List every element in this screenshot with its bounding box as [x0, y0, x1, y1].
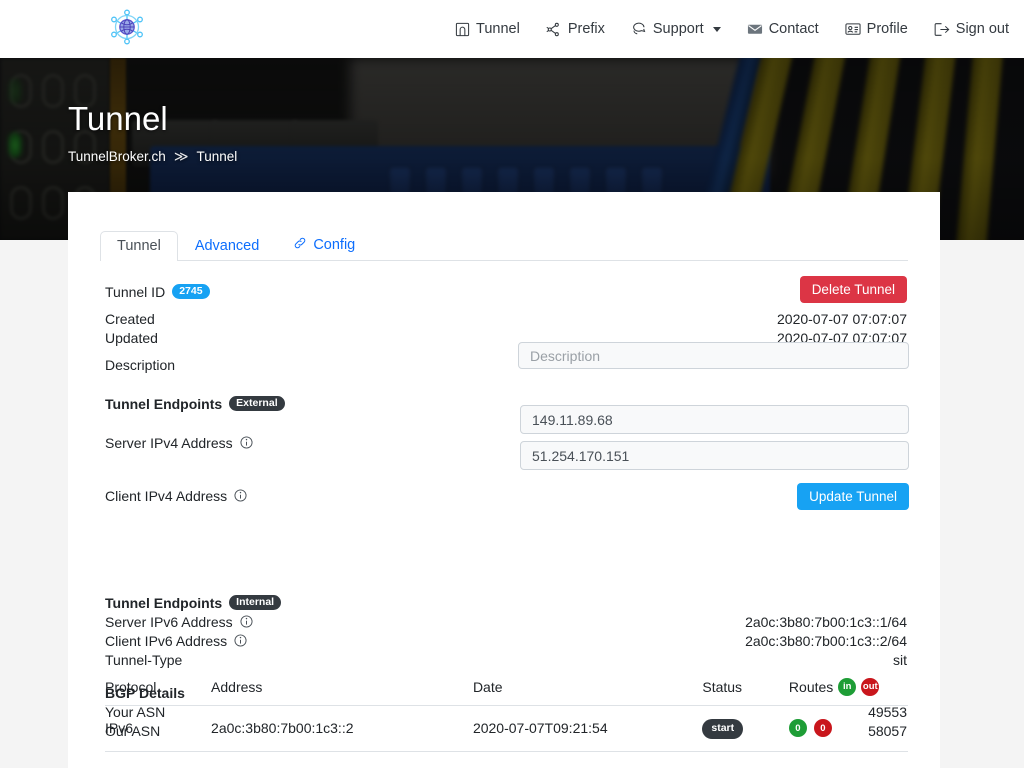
server-ipv6-value: 2a0c:3b80:7b00:1c3::1/64: [745, 613, 907, 630]
page-title: Tunnel: [68, 100, 168, 137]
client-ipv6-label: Client IPv6 Address: [105, 632, 228, 649]
server-ipv4-input[interactable]: [520, 405, 909, 434]
endpoints-internal-heading: Tunnel Endpoints: [105, 594, 223, 611]
client-ipv6-value: 2a0c:3b80:7b00:1c3::2/64: [745, 632, 907, 649]
breadcrumb-separator-icon: ≫: [173, 148, 189, 164]
server-ipv4-label: Server IPv4 Address: [105, 434, 233, 451]
tunnel-arch-icon: [455, 22, 470, 37]
top-navbar: Tunnel Prefix Support Contact Profile Si…: [0, 0, 1024, 58]
server-ipv6-label: Server IPv6 Address: [105, 613, 233, 630]
nav-label-sign-out: Sign out: [955, 21, 1009, 37]
breadcrumb-root[interactable]: TunnelBroker.ch: [68, 149, 166, 164]
sign-out-icon: [934, 22, 950, 37]
row-client-ipv4: Client IPv4 Address: [105, 486, 907, 505]
endpoints-external-heading: Tunnel Endpoints: [105, 395, 223, 412]
nav-item-tunnel[interactable]: Tunnel: [455, 21, 520, 37]
description-label: Description: [105, 356, 176, 373]
updated-label: Updated: [105, 329, 158, 346]
col-status: Status: [702, 678, 789, 706]
nav-item-contact[interactable]: Contact: [747, 21, 819, 37]
tab-label-tunnel: Tunnel: [117, 238, 161, 254]
row-tunnel-id: Tunnel ID 2745: [105, 282, 907, 301]
bgp-sessions-table: Protocol Address Date Status Routes in o…: [105, 678, 908, 752]
table-header-row: Protocol Address Date Status Routes in o…: [105, 678, 908, 706]
status-badge: start: [702, 719, 744, 739]
tab-label-config: Config: [313, 237, 356, 253]
created-label: Created: [105, 310, 155, 327]
update-tunnel-button[interactable]: Update Tunnel: [797, 483, 909, 510]
external-badge: External: [229, 395, 285, 412]
breadcrumb-current: Tunnel: [196, 149, 238, 164]
table-head: Protocol Address Date Status Routes in o…: [105, 678, 908, 706]
nav-item-sign-out[interactable]: Sign out: [934, 21, 1009, 37]
table-row[interactable]: IPv6 2a0c:3b80:7b00:1c3::2 2020-07-07T09…: [105, 705, 908, 752]
table-body: IPv6 2a0c:3b80:7b00:1c3::2 2020-07-07T09…: [105, 705, 908, 752]
nav-label-support: Support: [652, 21, 704, 37]
nav-item-profile[interactable]: Profile: [845, 21, 908, 37]
info-icon[interactable]: [234, 489, 247, 502]
tunnel-type-label: Tunnel-Type: [105, 651, 183, 668]
globe-network-logo-icon: [106, 6, 148, 53]
tunnel-id-badge: 2745: [172, 283, 210, 300]
routes-in-count: 0: [788, 719, 807, 738]
routes-out-badge: out: [861, 678, 880, 696]
chat-bubbles-icon: [631, 22, 647, 37]
client-ipv4-label: Client IPv4 Address: [105, 487, 228, 504]
breadcrumb: TunnelBroker.ch ≫ Tunnel: [68, 148, 237, 165]
tunnel-id-label: Tunnel ID: [105, 283, 166, 300]
link-chain-icon: [293, 236, 307, 254]
nav-label-tunnel: Tunnel: [476, 21, 520, 37]
id-card-icon: [845, 22, 861, 36]
primary-nav: Tunnel Prefix Support Contact Profile Si…: [455, 0, 1009, 58]
tunnel-detail-card: Tunnel Advanced Config Delete Tunnel Tun…: [68, 192, 940, 768]
brand-logo[interactable]: [104, 6, 150, 52]
row-client-ipv6: Client IPv6 Address 2a0c:3b80:7b00:1c3::…: [105, 631, 907, 650]
tab-tunnel[interactable]: Tunnel: [100, 231, 178, 261]
col-routes: Routes in out: [788, 678, 908, 706]
description-input[interactable]: [518, 342, 909, 369]
cell-date: 2020-07-07T09:21:54: [472, 705, 703, 752]
info-icon[interactable]: [234, 634, 247, 647]
internal-badge: Internal: [229, 594, 282, 611]
row-endpoints-internal-heading: Tunnel Endpoints Internal: [105, 593, 907, 612]
client-ipv4-input[interactable]: [520, 441, 909, 470]
cell-protocol: IPv6: [105, 705, 212, 752]
tab-config[interactable]: Config: [276, 229, 372, 261]
col-address: Address: [211, 678, 473, 706]
tab-bar: Tunnel Advanced Config: [100, 229, 908, 261]
nav-item-support[interactable]: Support: [631, 21, 721, 37]
nav-label-contact: Contact: [768, 21, 819, 37]
envelope-icon: [747, 22, 763, 36]
nav-item-prefix[interactable]: Prefix: [546, 21, 605, 37]
col-date: Date: [472, 678, 703, 706]
prefix-nodes-icon: [546, 22, 562, 37]
created-value: 2020-07-07 07:07:07: [777, 310, 907, 327]
info-icon[interactable]: [240, 436, 253, 449]
routes-in-badge: in: [838, 678, 857, 696]
row-created: Created 2020-07-07 07:07:07: [105, 309, 907, 328]
tunnel-type-value: sit: [893, 651, 907, 668]
cell-status: start: [702, 705, 789, 752]
cell-address: 2a0c:3b80:7b00:1c3::2: [211, 705, 473, 752]
col-protocol: Protocol: [105, 678, 212, 706]
cell-routes: 0 0: [788, 705, 908, 752]
hero-content: Tunnel TunnelBroker.ch ≫ Tunnel: [68, 100, 237, 165]
nav-label-prefix: Prefix: [567, 21, 605, 37]
tab-advanced[interactable]: Advanced: [178, 231, 277, 261]
tab-label-advanced: Advanced: [194, 238, 260, 254]
row-tunnel-type: Tunnel-Type sit: [105, 650, 907, 669]
chevron-down-icon: [712, 26, 721, 32]
col-routes-label: Routes: [788, 679, 834, 695]
info-icon[interactable]: [240, 615, 253, 628]
routes-out-count: 0: [813, 719, 832, 738]
nav-label-profile: Profile: [866, 21, 908, 37]
row-server-ipv6: Server IPv6 Address 2a0c:3b80:7b00:1c3::…: [105, 612, 907, 631]
